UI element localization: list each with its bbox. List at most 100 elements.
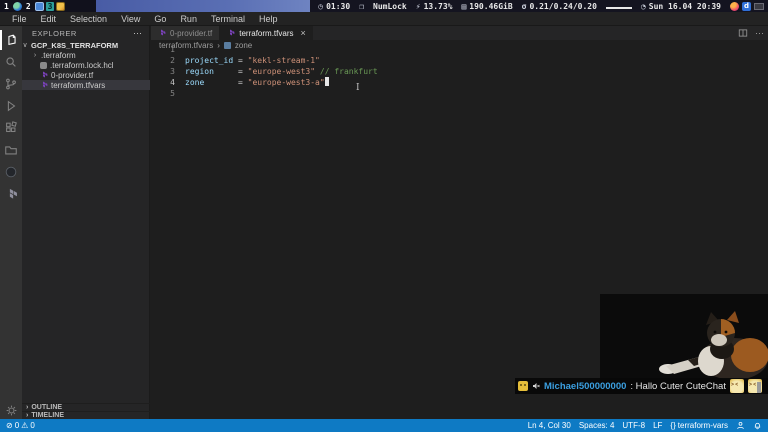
code-line-4[interactable]: 4 zone = "europe-west3-a" — [151, 77, 768, 88]
cpu-module: ⚡ 13.73% — [416, 2, 453, 11]
file-terraform-folder[interactable]: › .terraform — [22, 50, 150, 60]
terraform-file-icon — [40, 81, 48, 89]
code-line-2[interactable]: 2 project_id = "kekl-stream-1" — [151, 55, 768, 66]
chat-scrollbar[interactable] — [757, 382, 761, 393]
code-line-5[interactable]: 5 — [151, 88, 768, 99]
extensions-icon[interactable] — [0, 118, 22, 138]
notes-icon[interactable] — [56, 2, 65, 11]
clock-icon: ◷ — [318, 2, 323, 11]
file-label: 0-provider.tf — [51, 71, 93, 80]
menu-selection[interactable]: Selection — [63, 14, 114, 24]
timeline-section[interactable]: › TIMELINE — [22, 411, 150, 419]
outline-section[interactable]: › OUTLINE — [22, 403, 150, 411]
menu-view[interactable]: View — [114, 14, 147, 24]
eol-sequence[interactable]: LF — [653, 421, 662, 430]
date-module: ◔ Sun 16.04 20:39 — [641, 2, 721, 11]
date-value: Sun 16.04 20:39 — [649, 2, 721, 11]
split-editor-icon[interactable] — [738, 28, 748, 38]
terraform-icon[interactable] — [0, 184, 22, 204]
editor-actions: ⋯ — [738, 26, 764, 40]
token-operator: = — [214, 67, 248, 76]
file-terraform-tfvars[interactable]: terraform.tfvars — [22, 80, 150, 90]
notifications-bell-icon[interactable] — [753, 421, 762, 430]
tab-label: 0-provider.tf — [170, 29, 212, 38]
token-string: "europe-west3-a" — [248, 78, 325, 87]
workspace-2[interactable]: 2 — [24, 2, 33, 11]
root-folder-label: GCP_K8S_TERRAFORM — [31, 41, 118, 50]
browser-tray-icon[interactable] — [730, 2, 739, 11]
tab-0-provider-tf[interactable]: 0-provider.tf — [151, 26, 220, 40]
separator-dash — [606, 7, 632, 9]
feedback-person-icon[interactable] — [736, 421, 745, 430]
run-debug-icon[interactable] — [0, 96, 22, 116]
globe-icon[interactable] — [13, 2, 22, 11]
tab-terraform-tfvars[interactable]: terraform.tfvars × — [220, 26, 313, 40]
menu-run[interactable]: Run — [173, 14, 204, 24]
chat-username[interactable]: Michael500000000 — [544, 381, 626, 392]
line-number: 3 — [151, 66, 175, 77]
manage-gear-icon[interactable] — [0, 400, 22, 420]
indentation[interactable]: Spaces: 4 — [579, 421, 615, 430]
speaker-mute-icon[interactable] — [532, 382, 540, 390]
menu-help[interactable]: Help — [252, 14, 285, 24]
vscode-status-bar: ⊘ 0 ⚠ 0 Ln 4, Col 30 Spaces: 4 UTF-8 LF … — [0, 419, 768, 432]
desktop-screen: 1 2 3 ◷ 01:30 ❐ NumLock ⚡ 13.73% ▤ 190.4… — [0, 0, 768, 432]
encoding[interactable]: UTF-8 — [622, 421, 645, 430]
more-actions-icon[interactable]: ⋯ — [755, 28, 764, 39]
emoji-icon — [518, 381, 528, 391]
chevron-right-icon: › — [32, 52, 38, 59]
workspace-1[interactable]: 1 — [2, 2, 11, 11]
uptime-module: ◷ 01:30 — [318, 2, 350, 11]
file-0-provider-tf[interactable]: 0-provider.tf — [22, 70, 150, 80]
monitor-icon[interactable] — [35, 2, 44, 11]
remote-explorer-icon[interactable] — [0, 140, 22, 160]
menu-go[interactable]: Go — [147, 14, 173, 24]
source-control-icon[interactable] — [0, 74, 22, 94]
file-label: .terraform.lock.hcl — [50, 61, 114, 70]
chevron-right-icon: › — [26, 412, 28, 419]
code-line-3[interactable]: 3 region = "europe-west3" // frankfurt — [151, 66, 768, 77]
emote-icon — [730, 379, 744, 393]
terraform-file-icon — [227, 29, 235, 37]
file-label: terraform.tfvars — [51, 81, 105, 90]
line-number: 5 — [151, 88, 175, 99]
d-app-tray-icon[interactable]: d — [742, 2, 751, 11]
explorer-icon[interactable] — [0, 30, 22, 50]
code-line-1[interactable]: 1 — [151, 44, 768, 55]
memory-icon: ▤ — [461, 2, 466, 11]
workspace-switcher[interactable]: 1 2 3 — [0, 0, 96, 12]
docker-icon[interactable] — [0, 162, 22, 182]
code-editor[interactable]: 1 2 project_id = "kekl-stream-1" 3 regio… — [151, 44, 768, 99]
terraform-file-icon — [158, 29, 166, 37]
menu-edit[interactable]: Edit — [34, 14, 64, 24]
system-status-bar: 1 2 3 ◷ 01:30 ❐ NumLock ⚡ 13.73% ▤ 190.4… — [0, 0, 768, 12]
token-comment: // frankfurt — [315, 67, 378, 76]
menu-file[interactable]: File — [5, 14, 34, 24]
memory-module: ▤ 190.46GiB — [461, 2, 512, 11]
cat-image — [648, 310, 768, 382]
workspace-3[interactable]: 3 — [46, 2, 55, 11]
search-icon[interactable] — [0, 52, 22, 72]
outline-label: OUTLINE — [31, 404, 62, 411]
error-icon: ⊘ — [6, 421, 13, 430]
cursor-position[interactable]: Ln 4, Col 30 — [528, 421, 571, 430]
status-left: ⊘ 0 ⚠ 0 — [6, 421, 35, 430]
token-string: "kekl-stream-1" — [248, 56, 320, 65]
language-mode[interactable]: {} terraform-vars — [670, 421, 728, 430]
line-number: 4 — [151, 77, 175, 88]
menu-terminal[interactable]: Terminal — [204, 14, 252, 24]
display-tray-icon[interactable] — [754, 3, 764, 10]
close-icon[interactable]: × — [300, 28, 305, 38]
token-variable: project_id — [185, 56, 233, 65]
file-terraform-lock[interactable]: .terraform.lock.hcl — [22, 60, 150, 70]
explorer-header: EXPLORER ⋯ — [22, 26, 150, 40]
system-tray: d — [730, 2, 764, 11]
activity-bar — [0, 26, 22, 419]
workspace-root-folder[interactable]: ∨ GCP_K8S_TERRAFORM — [22, 40, 150, 50]
problems-indicator[interactable]: ⊘ 0 ⚠ 0 — [6, 421, 35, 430]
load-icon: σ — [522, 2, 527, 11]
explorer-more-actions-icon[interactable]: ⋯ — [133, 28, 142, 39]
editor-tab-bar: 0-provider.tf terraform.tfvars × ⋯ — [151, 26, 768, 40]
vscode-menu-bar: File Edit Selection View Go Run Terminal… — [0, 12, 768, 26]
loadavg-module: σ 0.21/0.24/0.20 — [522, 2, 597, 11]
